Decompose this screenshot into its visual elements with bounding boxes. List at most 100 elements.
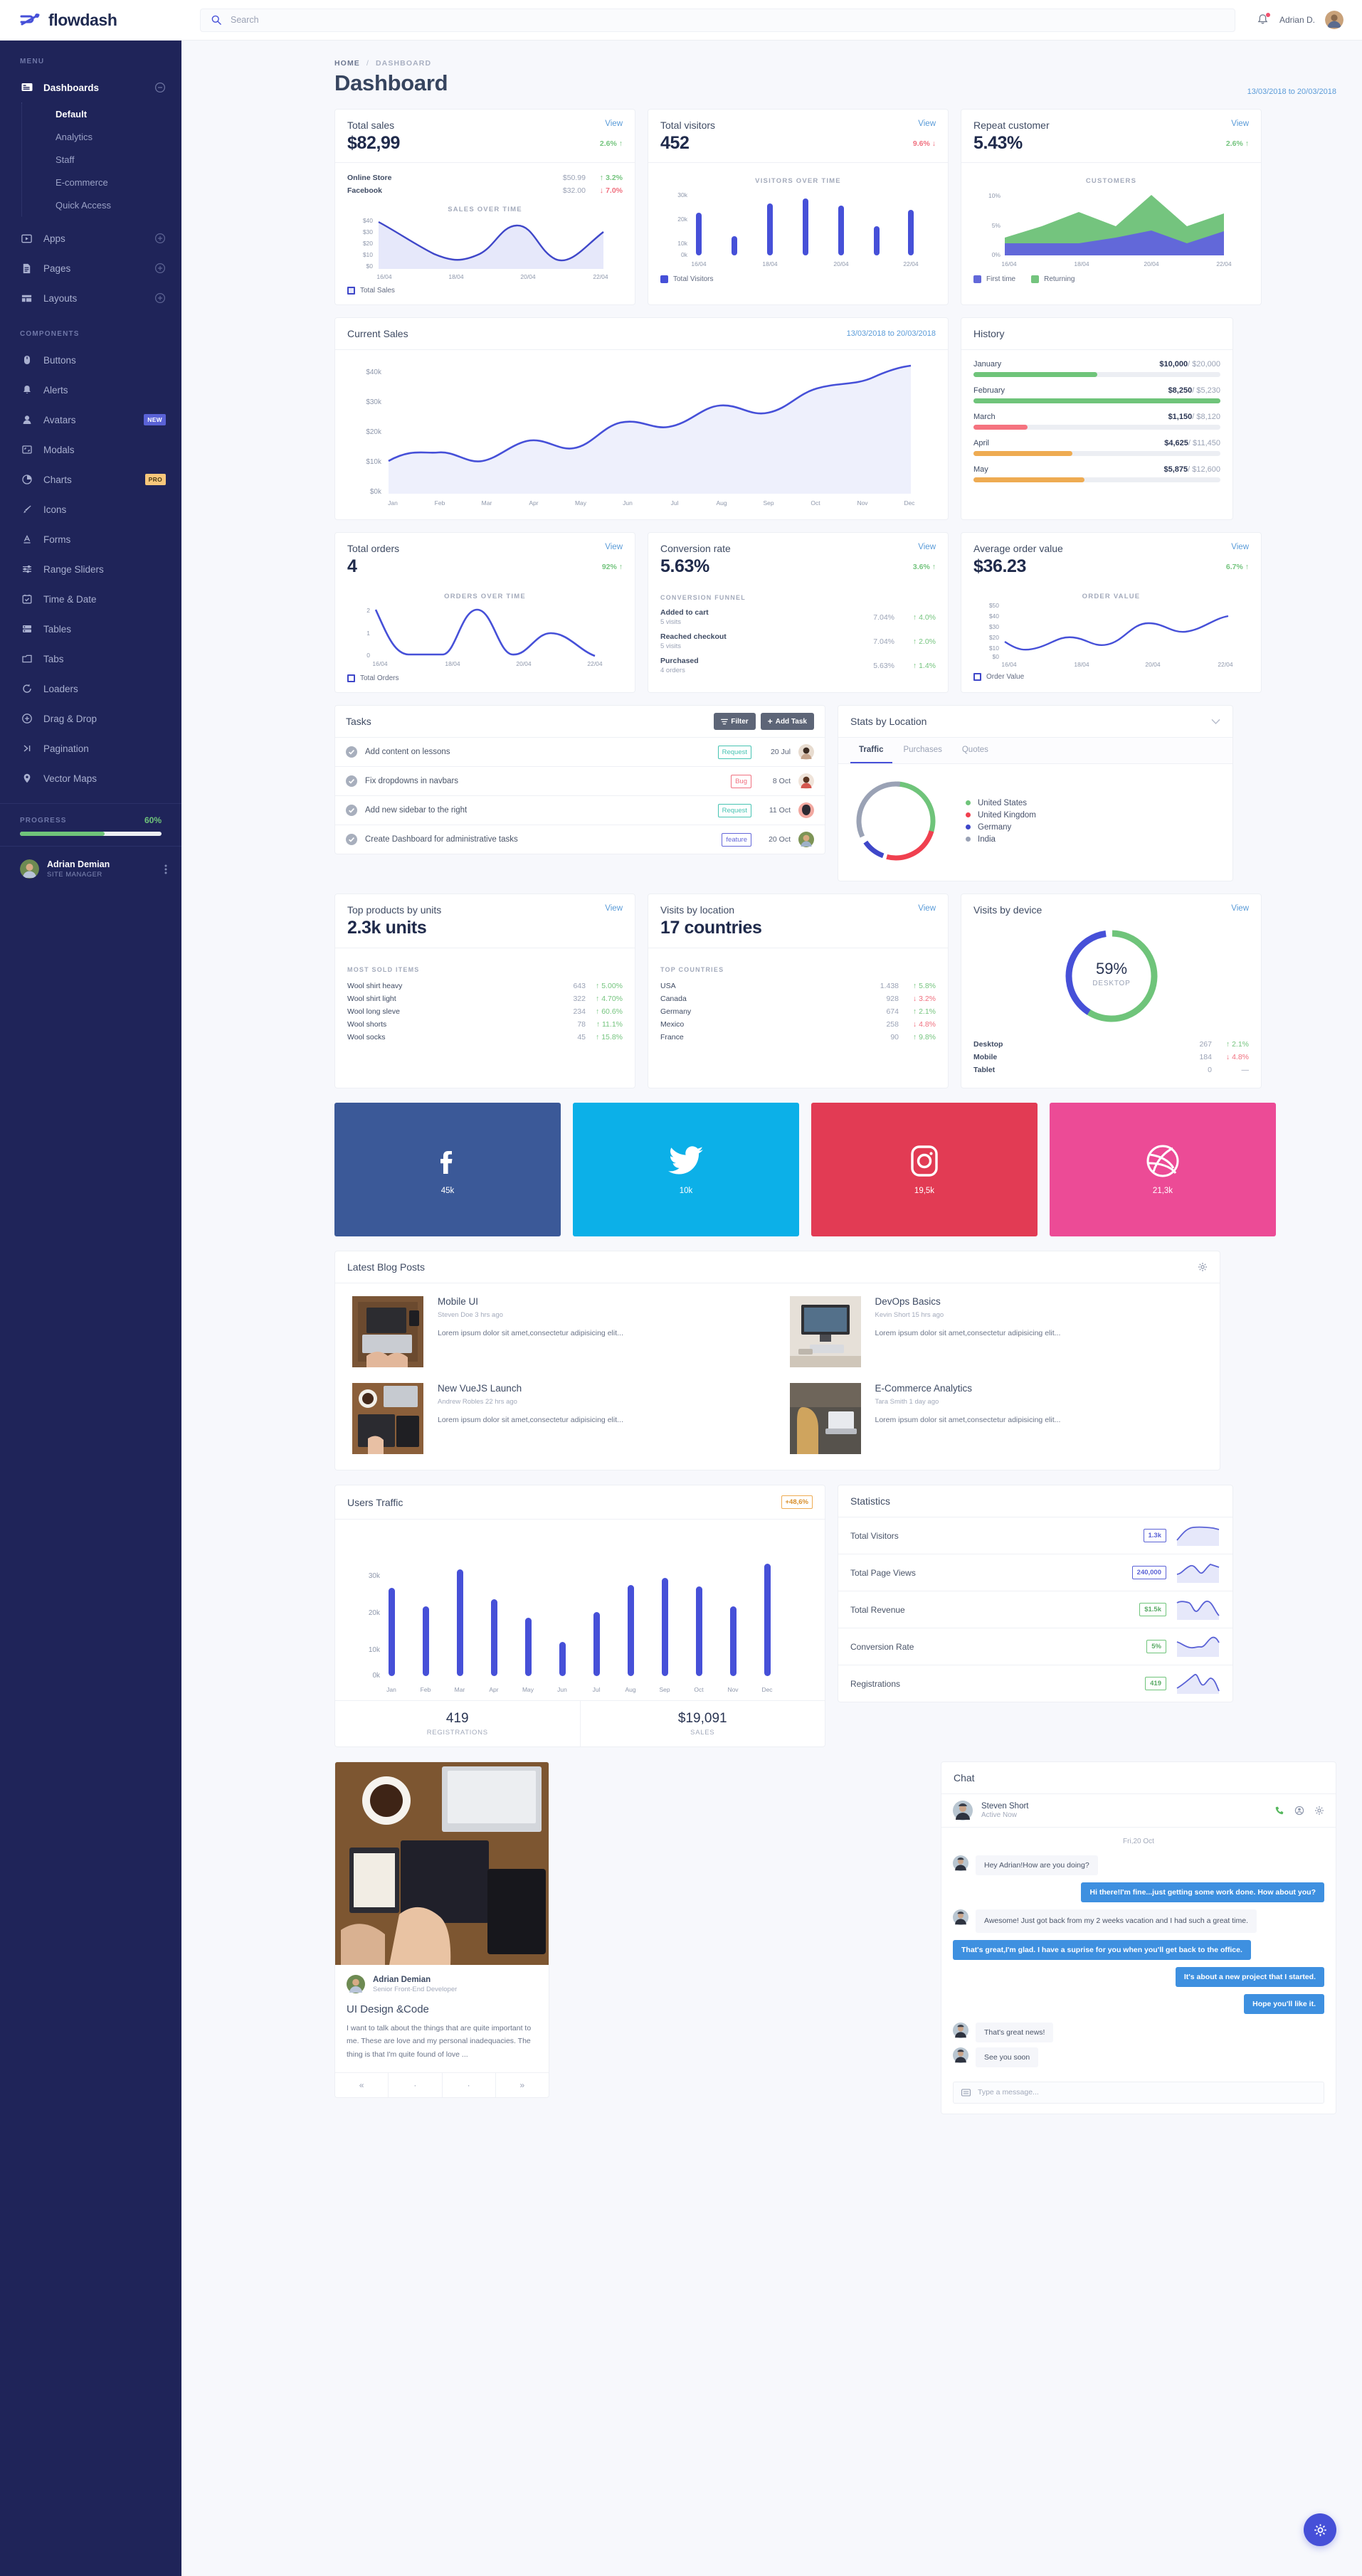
sidebar-item-label: Range Sliders [43,563,104,575]
sidebar-item-icons[interactable]: Icons [0,494,181,524]
funnel-caption: CONVERSION FUNNEL [660,594,746,601]
sidebar-item-time-date[interactable]: Time & Date [0,584,181,614]
sparkline [1176,1674,1220,1694]
featured-author: Adrian Demian Senior Front-End Developer [347,1975,537,1993]
check-circle-icon[interactable] [346,805,357,816]
page-date-range[interactable]: 13/03/2018 to 20/03/2018 [1247,88,1336,96]
sidebar-item-tables[interactable]: Tables [0,614,181,644]
check-circle-icon[interactable] [346,834,357,845]
card-date-range[interactable]: 13/03/2018 to 20/03/2018 [847,329,936,338]
check-circle-icon[interactable] [346,746,357,758]
top-avatar[interactable] [1325,11,1343,29]
legend-swatch [660,275,668,283]
table-row[interactable]: Add new sidebar to the right Request 11 … [335,796,825,825]
sidebar-item-label: Icons [43,504,67,515]
social-card-twitter[interactable]: 10k [573,1103,799,1236]
sidebar-item-avatars[interactable]: Avatars NEW [0,405,181,435]
check-circle-icon[interactable] [346,775,357,787]
view-link[interactable]: View [918,543,936,551]
blog-post[interactable]: Mobile UI Steven Doe 3 hrs ago Lorem ips… [352,1296,766,1367]
sidebar-item-pagination[interactable]: Pagination [0,733,181,763]
pager-dot-2[interactable]: · [443,2073,496,2098]
sidebar-item-apps[interactable]: Apps [0,223,181,253]
minus-circle-icon[interactable] [154,82,166,93]
add-task-button[interactable]: + Add Task [760,713,814,730]
sidebar-item-charts[interactable]: Charts PRO [0,465,181,494]
sidebar-user[interactable]: Adrian Demian SITE MANAGER [0,846,181,891]
sidebar-item-modals[interactable]: Modals [0,435,181,465]
plus-circle-icon[interactable] [154,233,166,244]
sidebar-item-pages[interactable]: Pages [0,253,181,283]
top-user-name[interactable]: Adrian D. [1279,15,1315,25]
view-link[interactable]: View [1231,120,1249,128]
plus-circle-icon[interactable] [154,263,166,274]
social-card-dribbble[interactable]: 21,3k [1050,1103,1276,1236]
view-link[interactable]: View [605,120,623,128]
page-header: HOME / DASHBOARD Dashboard 13/03/2018 to… [181,41,1362,96]
filter-button[interactable]: Filter [714,713,756,730]
card-value: 5.43% [973,133,1023,153]
sidebar-item-dashboards[interactable]: Dashboards [0,73,181,102]
sidebar-item-range-sliders[interactable]: Range Sliders [0,554,181,584]
svg-text:22/04: 22/04 [903,260,919,267]
view-link[interactable]: View [605,543,623,551]
gear-icon[interactable] [1198,1262,1208,1272]
social-card-instagram[interactable]: 19,5k [811,1103,1038,1236]
view-link[interactable]: View [1231,543,1249,551]
floating-settings-button[interactable] [1304,2513,1336,2546]
sidebar-item-default[interactable]: Default [56,102,181,125]
table-row[interactable]: Fix dropdowns in navbars Bug 8 Oct [335,767,825,796]
phone-icon[interactable] [1274,1806,1284,1816]
twitter-icon [668,1144,704,1178]
svg-text:20/04: 20/04 [520,273,536,280]
sidebar-item-buttons[interactable]: Buttons [0,345,181,375]
tab-traffic[interactable]: Traffic [850,738,892,763]
sidebar-item-label: Pagination [43,743,89,754]
view-link[interactable]: View [605,904,623,913]
avatar [953,2022,968,2038]
breadcrumb-home[interactable]: HOME [334,59,360,68]
sidebar-item-tabs[interactable]: Tabs [0,644,181,674]
sidebar-item-staff[interactable]: Staff [56,148,181,171]
sidebar-item-ecommerce[interactable]: E-commerce [56,171,181,194]
view-link[interactable]: View [918,120,936,128]
blog-post[interactable]: E-Commerce Analytics Tara Smith 1 day ag… [789,1383,1203,1454]
profile-icon[interactable] [1294,1806,1304,1816]
pager-prev[interactable]: « [335,2073,389,2098]
sidebar-item-forms[interactable]: Forms [0,524,181,554]
pager-dot-1[interactable]: · [389,2073,443,2098]
page-icon [20,262,33,275]
social-card-facebook[interactable]: 45k [334,1103,561,1236]
blog-post[interactable]: New VueJS Launch Andrew Robles 22 hrs ag… [352,1383,766,1454]
sidebar-item-layouts[interactable]: Layouts [0,283,181,313]
blog-post[interactable]: DevOps Basics Kevin Short 15 hrs ago Lor… [789,1296,1203,1367]
pager-next[interactable]: » [496,2073,549,2097]
sidebar-item-analytics[interactable]: Analytics [56,125,181,148]
legend-label: Total Visitors [673,275,714,283]
sidebar-item-alerts[interactable]: Alerts [0,375,181,405]
chevron-down-icon[interactable] [1211,719,1220,725]
more-options-icon[interactable] [164,864,167,875]
table-row: Total Revenue $1.5k [838,1591,1232,1628]
footer-label: REGISTRATIONS [426,1729,488,1737]
sidebar-item-vector-maps[interactable]: Vector Maps [0,763,181,793]
social-count: 21,3k [1152,1187,1173,1195]
view-link[interactable]: View [1231,904,1249,913]
notifications-bell-icon[interactable] [1257,13,1270,26]
tab-purchases[interactable]: Purchases [895,738,951,763]
gear-icon[interactable] [1314,1806,1324,1816]
status-badge: 1.3k [1143,1529,1166,1542]
svg-text:Jun: Jun [623,499,633,507]
tab-quotes[interactable]: Quotes [954,738,997,763]
view-link[interactable]: View [918,904,936,913]
table-row[interactable]: Add content on lessons Request 20 Jul [335,738,825,767]
chat-input[interactable]: Type a message... [953,2081,1324,2104]
card-title: Users Traffic [347,1496,403,1508]
search-input[interactable]: Search [200,8,1235,32]
table-row[interactable]: Create Dashboard for administrative task… [335,825,825,854]
sidebar-item-loaders[interactable]: Loaders [0,674,181,704]
plus-circle-icon[interactable] [154,292,166,304]
sidebar-item-quick-access[interactable]: Quick Access [56,194,181,216]
brand[interactable]: flowdash [0,0,181,41]
sidebar-item-drag-drop[interactable]: Drag & Drop [0,704,181,733]
